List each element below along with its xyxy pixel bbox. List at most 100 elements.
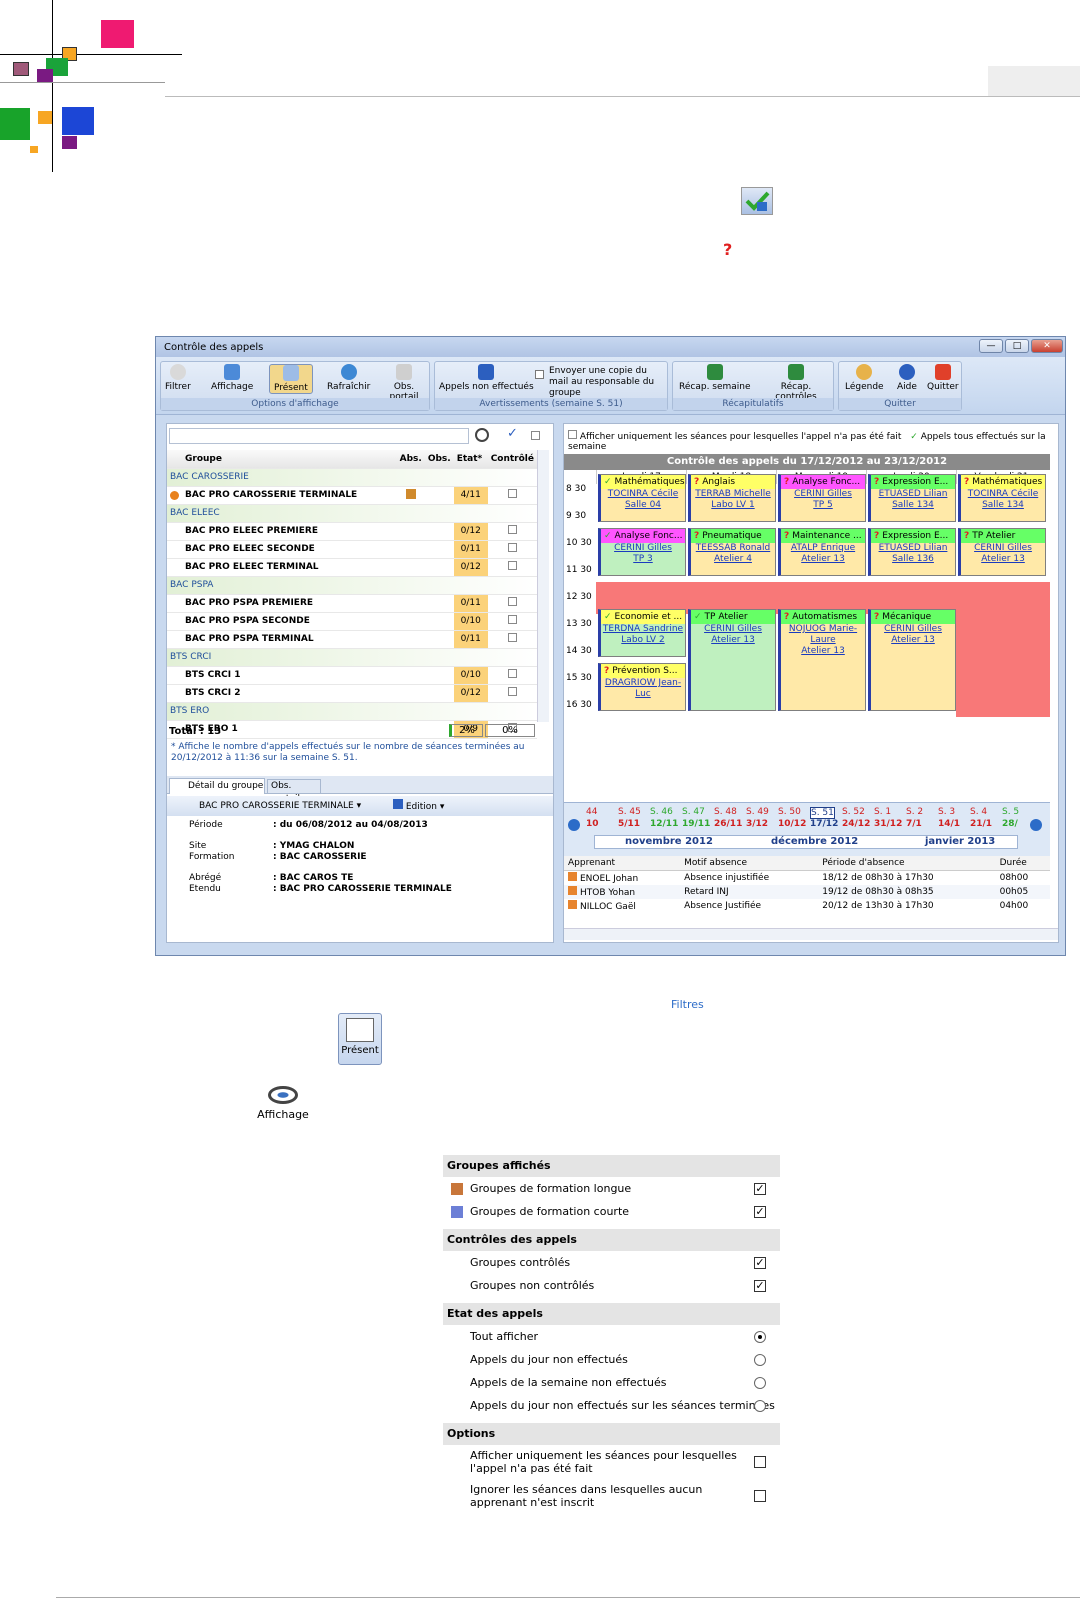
week-date[interactable]: 3/12: [746, 819, 768, 829]
group-row[interactable]: BAC PRO ELEEC PREMIERE 0/12: [167, 522, 537, 541]
checkbox-groupes-controles[interactable]: ✓: [754, 1256, 766, 1269]
radio-tout-afficher[interactable]: [754, 1330, 766, 1343]
envoyer-copie-checkbox[interactable]: [535, 370, 544, 379]
week-number[interactable]: S. 5: [1002, 807, 1019, 817]
tab-detail-groupe[interactable]: Détail du groupe: [169, 778, 265, 794]
col-periode[interactable]: Période d'absence: [818, 856, 995, 870]
session-room-link[interactable]: TP 5: [781, 500, 865, 511]
session-teacher-link[interactable]: CERINI Gilles: [871, 624, 955, 635]
horizontal-scrollbar[interactable]: [564, 928, 1058, 940]
week-date[interactable]: 10/12: [778, 819, 806, 829]
session-room-link[interactable]: Salle 04: [601, 500, 685, 511]
col-obs[interactable]: Obs.: [424, 450, 454, 469]
session-teacher-link[interactable]: CERINI Gilles: [691, 624, 775, 635]
appels-non-effectues-button[interactable]: Appels non effectués: [439, 364, 534, 392]
option-jour[interactable]: Appels du jour non effectués: [443, 1348, 780, 1371]
next-week-icon[interactable]: [1030, 819, 1042, 831]
radio-jour[interactable]: [754, 1353, 766, 1366]
controle-checkbox[interactable]: [507, 633, 517, 642]
session-teacher-link[interactable]: TERDNA Sandrine: [601, 624, 685, 635]
option-tout-afficher[interactable]: Tout afficher: [443, 1325, 780, 1348]
session-slot[interactable]: ? Mathématiques TOCINRA Cécile Salle 134: [958, 474, 1046, 522]
checkbox-uniquement-seances[interactable]: [754, 1456, 766, 1468]
week-date[interactable]: 5/11: [618, 819, 640, 829]
controle-checkbox[interactable]: [507, 687, 517, 696]
check-all-icon[interactable]: ✓: [507, 426, 518, 441]
option-formation-courte[interactable]: Groupes de formation courte ✓: [443, 1200, 780, 1223]
session-teacher-link[interactable]: CERINI Gilles: [601, 543, 685, 554]
option-formation-longue[interactable]: Groupes de formation longue ✓: [443, 1177, 780, 1200]
col-motif[interactable]: Motif absence: [680, 856, 818, 870]
session-room-link[interactable]: Labo LV 1: [691, 500, 775, 511]
affichage-button[interactable]: Affichage: [211, 364, 253, 392]
week-date[interactable]: 28/: [1002, 819, 1018, 829]
group-category-row[interactable]: BTS CRCI: [167, 648, 537, 667]
group-row[interactable]: BTS CRCI 1 0/10: [167, 666, 537, 685]
search-input[interactable]: [169, 428, 469, 444]
rafraichir-button[interactable]: Rafraîchir: [327, 364, 370, 392]
maximize-button[interactable]: □: [1005, 339, 1029, 353]
controle-checkbox[interactable]: [507, 489, 517, 498]
option-seances[interactable]: Appels du jour non effectués sur les séa…: [443, 1394, 780, 1417]
filter-button[interactable]: Filtrer: [165, 364, 191, 392]
option-uniquement-seances[interactable]: Afficher uniquement les séances pour les…: [443, 1445, 780, 1479]
option-semaine[interactable]: Appels de la semaine non effectués: [443, 1371, 780, 1394]
week-number[interactable]: S. 51: [810, 807, 835, 819]
session-room-link[interactable]: Atelier 13: [781, 646, 865, 657]
session-teacher-link[interactable]: TOCINRA Cécile: [601, 489, 685, 500]
session-slot[interactable]: ? Prévention S... DRAGRIOW Jean-Luc: [598, 663, 686, 711]
option-ignorer-seances[interactable]: Ignorer les séances dans lesquelles aucu…: [443, 1479, 780, 1513]
filtres-link[interactable]: Filtres: [671, 998, 704, 1011]
session-teacher-link[interactable]: TOCINRA Cécile: [961, 489, 1045, 500]
session-room-link[interactable]: Salle 134: [871, 500, 955, 511]
session-room-link[interactable]: Salle 134: [961, 500, 1045, 511]
group-row[interactable]: BAC PRO ELEEC TERMINAL 0/12: [167, 558, 537, 577]
recap-controles-button[interactable]: Récap. contrôles: [759, 364, 833, 402]
session-room-link[interactable]: Atelier 13: [961, 554, 1045, 565]
group-row[interactable]: BTS CRCI 2 0/12: [167, 684, 537, 703]
week-number[interactable]: S. 2: [906, 807, 923, 817]
absence-icon[interactable]: [405, 488, 416, 499]
controle-checkbox[interactable]: [507, 597, 517, 606]
controle-checkbox[interactable]: [507, 543, 517, 552]
absence-row[interactable]: ENOEL Johan Absence injustifiée 18/12 de 0…: [564, 870, 1050, 885]
group-category-row[interactable]: BAC ELEEC: [167, 504, 537, 523]
week-date[interactable]: 14/1: [938, 819, 960, 829]
week-number[interactable]: S. 47: [682, 807, 705, 817]
week-number[interactable]: S. 49: [746, 807, 769, 817]
session-teacher-link[interactable]: ATALP Enrique: [781, 543, 865, 554]
week-number[interactable]: S. 52: [842, 807, 865, 817]
legende-button[interactable]: Légende: [845, 364, 884, 392]
prev-week-icon[interactable]: [568, 819, 580, 831]
minimize-button[interactable]: —: [979, 339, 1003, 353]
week-number[interactable]: S. 1: [874, 807, 891, 817]
session-room-link[interactable]: Labo LV 2: [601, 635, 685, 646]
close-button[interactable]: ✕: [1031, 339, 1063, 353]
controle-checkbox[interactable]: [507, 561, 517, 570]
obs-portail-button[interactable]: Obs. portail: [379, 364, 429, 402]
week-date[interactable]: 7/1: [906, 819, 922, 829]
session-teacher-link[interactable]: CERINI Gilles: [961, 543, 1045, 554]
session-slot[interactable]: ✓ Economie et ... TERDNA Sandrine Labo LV 2: [598, 609, 686, 657]
session-room-link[interactable]: Atelier 4: [691, 554, 775, 565]
week-date[interactable]: 17/12: [810, 819, 838, 829]
edition-dropdown[interactable]: Edition ▾: [393, 799, 444, 814]
session-room-link[interactable]: Atelier 13: [691, 635, 775, 646]
week-date[interactable]: 21/1: [970, 819, 992, 829]
option-groupes-controles[interactable]: Groupes contrôlés ✓: [443, 1251, 780, 1274]
absence-row[interactable]: NILLOC Gaël Absence Justifiée 20/12 de 13h…: [564, 899, 1050, 913]
group-category-row[interactable]: BTS ERO: [167, 702, 537, 721]
col-abs[interactable]: Abs.: [396, 450, 425, 469]
session-slot[interactable]: ? TP Atelier CERINI Gilles Atelier 13: [958, 528, 1046, 576]
week-date[interactable]: 19/11: [682, 819, 710, 829]
group-row[interactable]: BAC PRO PSPA TERMINAL 0/11: [167, 630, 537, 649]
grid-scrollbar[interactable]: [537, 450, 549, 722]
controle-checkbox[interactable]: [507, 525, 517, 534]
present-button[interactable]: Présent: [269, 364, 313, 394]
controle-checkbox[interactable]: [507, 615, 517, 624]
session-slot[interactable]: ? Analyse Fonc... CERINI Gilles TP 5: [778, 474, 866, 522]
session-slot[interactable]: ✓ Mathématiques TOCINRA Cécile Salle 04: [598, 474, 686, 522]
week-date[interactable]: 31/12: [874, 819, 902, 829]
session-slot[interactable]: ? Pneumatique TEESSAB Ronald Atelier 4: [688, 528, 776, 576]
group-select-dropdown[interactable]: BAC PRO CAROSSERIE TERMINALE ▾: [185, 799, 383, 813]
